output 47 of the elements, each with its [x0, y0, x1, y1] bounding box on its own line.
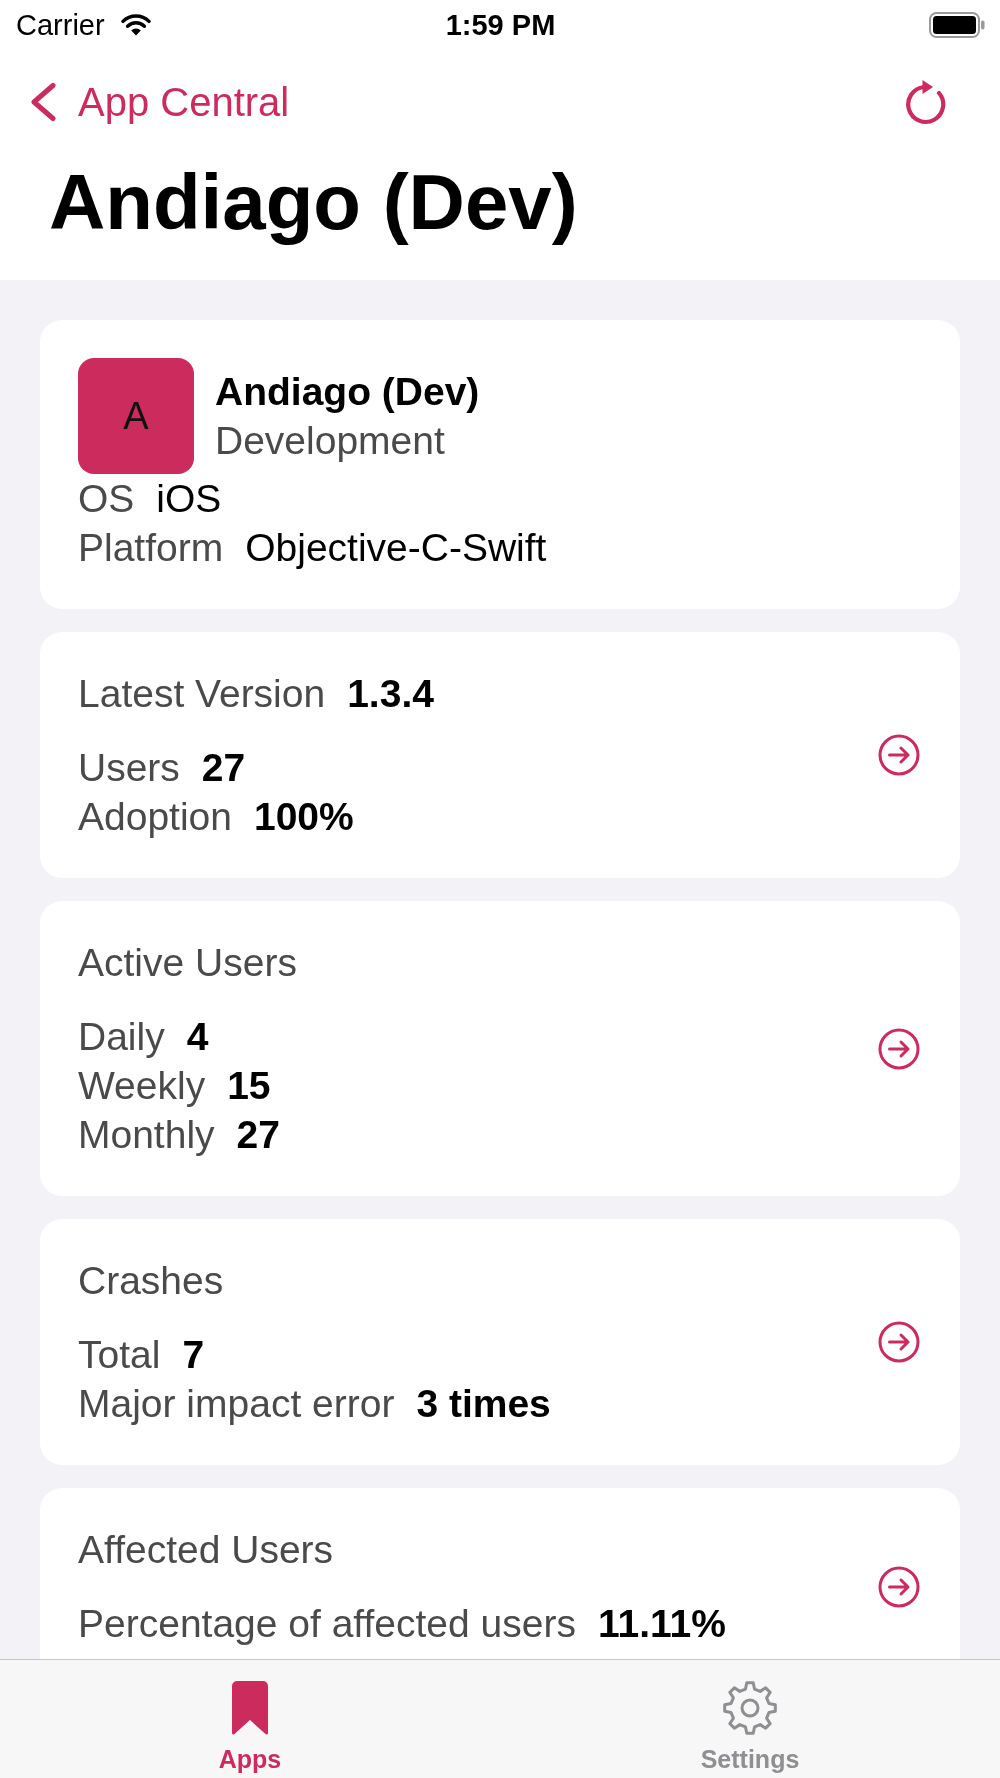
back-button[interactable]: App Central [29, 78, 290, 126]
stat-value: 27 [201, 745, 246, 791]
stat-value: 11.11% [597, 1601, 726, 1647]
stat-value: 27 [236, 1112, 280, 1158]
stat-value: 4 [186, 1014, 209, 1060]
stat-value: 7 [182, 1332, 205, 1378]
stat-label: Adoption [78, 794, 232, 840]
stat-value: 3 times [416, 1381, 551, 1427]
settings-icon [722, 1680, 778, 1736]
stat-label: Percentage of affected users [78, 1601, 576, 1647]
stat-label: Monthly [78, 1112, 215, 1158]
status-time: 1:59 PM [445, 8, 556, 42]
carrier-label: Carrier [16, 8, 105, 42]
field-value: iOS [156, 476, 222, 522]
stat-value: 100% [253, 794, 354, 840]
stats-card[interactable]: Latest Version 1.3.4 Users 27 Adoption 100% [40, 632, 960, 878]
card-title-value: 1.3.4 [347, 671, 434, 717]
arrow-right-circle-icon [878, 734, 920, 776]
arrow-right-circle-icon [878, 1565, 920, 1608]
card-title: Crashes [78, 1258, 224, 1304]
bookmark-icon [232, 1681, 268, 1735]
chevron-left-icon [29, 82, 57, 122]
stats-card[interactable]: Affected Users Percentage of affected users 11.11% [40, 1488, 960, 1659]
app-environment: Development [215, 418, 445, 464]
stat-label: Major impact error [78, 1381, 395, 1427]
stat-label: Total [78, 1332, 161, 1378]
app-name: Andiago (Dev) [215, 369, 480, 415]
stats-card[interactable]: Crashes Total 7 Major impact error 3 times [40, 1219, 960, 1465]
wifi-icon [120, 14, 151, 36]
refresh-icon[interactable] [904, 79, 948, 125]
card-title: Affected Users [78, 1527, 334, 1573]
stat-label: Weekly [78, 1063, 206, 1109]
arrow-right-circle-icon [878, 1027, 920, 1070]
page-title: Andiago (Dev) [48, 157, 579, 248]
arrow-right-circle-icon [878, 1321, 920, 1363]
field-label: OS [78, 476, 135, 522]
battery-icon [929, 12, 985, 38]
card-title: Latest Version [78, 671, 326, 717]
stat-value: 15 [227, 1063, 271, 1109]
tab[interactable]: Apps [0, 1660, 500, 1778]
field-label: Platform [78, 525, 224, 571]
app-icon: A [78, 358, 194, 474]
stat-label: Daily [78, 1014, 165, 1060]
card-title: Active Users [78, 940, 297, 986]
stats-card[interactable]: Active Users Daily 4 Weekly 15 Monthly 27 [40, 901, 960, 1196]
stat-label: Users [78, 745, 180, 791]
field-value: Objective-C-Swift [245, 525, 547, 571]
